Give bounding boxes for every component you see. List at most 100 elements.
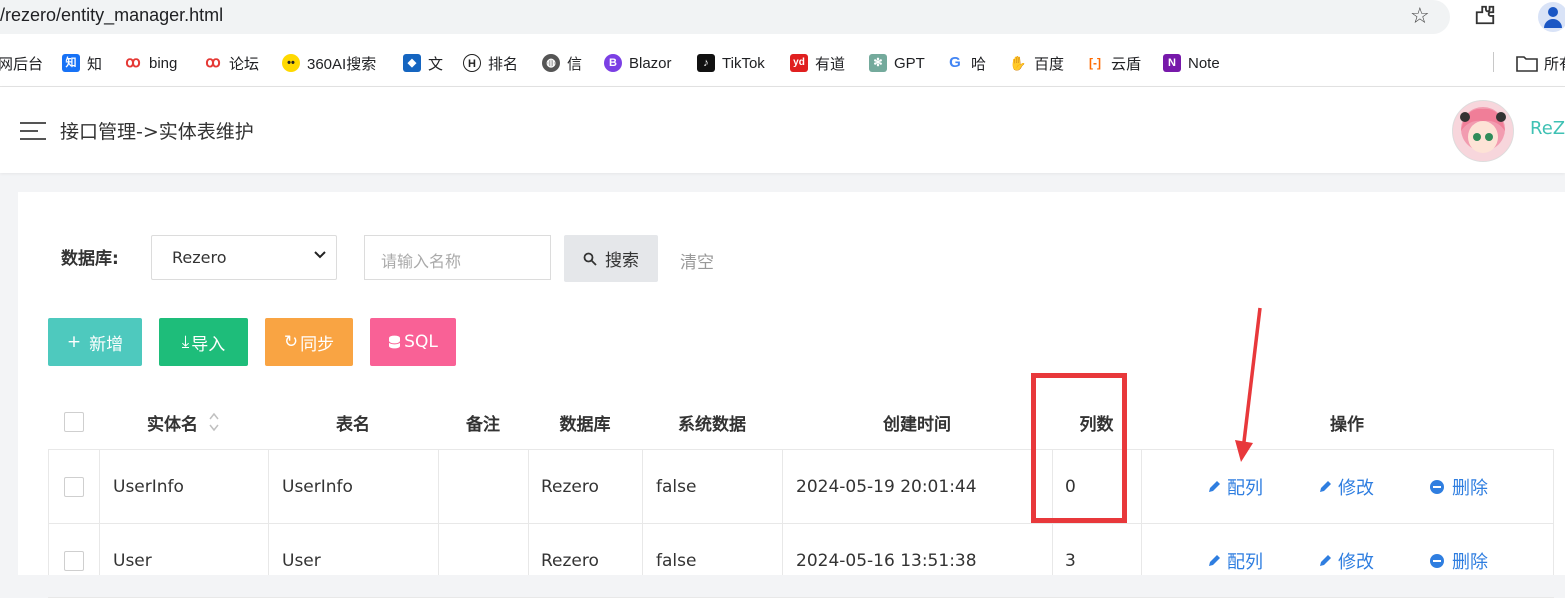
column-header[interactable]: 实体名 bbox=[99, 395, 268, 449]
row-checkbox[interactable] bbox=[63, 476, 84, 497]
minus-circle-icon bbox=[1430, 553, 1444, 568]
openai-icon: ✻ bbox=[869, 54, 887, 72]
system-data-cell: false bbox=[656, 550, 697, 571]
column-count-cell: 3 bbox=[1065, 550, 1076, 571]
avatar-image bbox=[1453, 101, 1513, 161]
bookmark-4[interactable]: •• 360AI搜索 bbox=[282, 52, 376, 74]
bookmark-7[interactable]: ◍ 信 bbox=[542, 52, 582, 74]
menu-toggle-icon[interactable] bbox=[20, 122, 46, 140]
bookmark-0[interactable]: 网后台 bbox=[0, 52, 43, 74]
edit-link[interactable]: 修改 bbox=[1318, 524, 1374, 597]
bookmark-13[interactable]: ✋ 百度 bbox=[1009, 52, 1064, 74]
configure-columns-link[interactable]: 配列 bbox=[1207, 524, 1263, 597]
row-select-cell bbox=[48, 524, 99, 597]
database-select[interactable]: Rezero bbox=[151, 235, 337, 280]
breadcrumb: 接口管理->实体表维护 bbox=[60, 121, 254, 143]
onenote-icon: N bbox=[1163, 54, 1181, 72]
select-all-cell bbox=[48, 395, 99, 449]
google-icon: G bbox=[946, 54, 964, 72]
delete-link[interactable]: 删除 bbox=[1430, 524, 1488, 597]
table-name-cell: UserInfo bbox=[282, 476, 353, 497]
app-header: 接口管理->实体表维护 ReZe bbox=[0, 87, 1565, 173]
bookmark-11[interactable]: ✻ GPT bbox=[869, 52, 925, 74]
import-button[interactable]: ⤓ 导入 bbox=[159, 318, 248, 366]
sync-button[interactable]: ↻ 同步 bbox=[265, 318, 353, 366]
bookmark-10[interactable]: yd 有道 bbox=[790, 52, 845, 74]
edit-link[interactable]: 修改 bbox=[1318, 450, 1374, 523]
database-cell: Rezero bbox=[541, 550, 599, 571]
remark-cell bbox=[438, 450, 528, 523]
bookmark-6[interactable]: H 排名 bbox=[463, 52, 518, 74]
name-search-input[interactable]: 请输入名称 bbox=[364, 235, 551, 280]
pencil-icon bbox=[1320, 480, 1331, 492]
database-icon bbox=[388, 335, 401, 349]
add-button[interactable]: + 新增 bbox=[48, 318, 142, 366]
lollipop-icon: ꝏ bbox=[124, 54, 142, 72]
bookmarks-separator bbox=[1493, 52, 1494, 72]
pencil-icon bbox=[1320, 554, 1331, 566]
created-time-cell: 2024-05-19 20:01:44 bbox=[796, 476, 977, 497]
blazor-icon: B bbox=[604, 54, 622, 72]
row-select-cell bbox=[48, 450, 99, 523]
bookmark-1[interactable]: 知知 bbox=[62, 52, 102, 74]
refresh-icon: ↻ bbox=[283, 332, 299, 352]
system-data-cell: false bbox=[656, 476, 697, 497]
sql-button[interactable]: SQL bbox=[370, 318, 456, 366]
table-name-cell: User bbox=[282, 550, 321, 571]
annotation-highlight-box bbox=[1031, 373, 1127, 523]
aliyun-icon: [-] bbox=[1086, 54, 1104, 72]
url-text[interactable]: 57/rezero/entity_manager.html bbox=[0, 5, 223, 26]
annotation-arrow-icon bbox=[1235, 307, 1262, 462]
bookmark-8[interactable]: B Blazor bbox=[604, 52, 672, 74]
search-button[interactable]: 搜索 bbox=[564, 235, 658, 282]
bookmark-15[interactable]: N Note bbox=[1163, 52, 1220, 74]
entity-name-cell: User bbox=[113, 550, 152, 571]
remark-cell bbox=[438, 524, 528, 597]
chevron-down-icon bbox=[314, 251, 326, 259]
column-header: 表名 bbox=[336, 414, 370, 435]
database-select-value: Rezero bbox=[172, 248, 227, 267]
table-row: UserInfo UserInfo Rezero false 2024-05-1… bbox=[48, 450, 1554, 524]
extensions-icon[interactable] bbox=[1474, 4, 1496, 26]
globe-icon: ◍ bbox=[542, 54, 560, 72]
row-checkbox[interactable] bbox=[63, 550, 84, 571]
bookmark-12[interactable]: G哈 bbox=[946, 52, 986, 74]
table-row: User User Rezero false 2024-05-16 13:51:… bbox=[48, 524, 1554, 598]
bookmark-5[interactable]: ◆ 文 bbox=[403, 52, 443, 74]
bookmark-star-icon[interactable]: ☆ bbox=[1410, 4, 1430, 29]
plus-icon: + bbox=[66, 332, 82, 352]
username[interactable]: ReZe bbox=[1530, 118, 1565, 139]
select-all-checkbox[interactable] bbox=[63, 412, 84, 432]
created-time-cell: 2024-05-16 13:51:38 bbox=[796, 550, 977, 571]
delete-link[interactable]: 删除 bbox=[1430, 450, 1488, 523]
lollipop-icon: ꝏ bbox=[204, 54, 222, 72]
search-icon bbox=[583, 252, 597, 266]
clear-button[interactable]: 清空 bbox=[680, 248, 714, 273]
content-panel: 数据库: Rezero 请输入名称 搜索 清空 + 新增 ⤓ 导入 ↻ 同步 SQL bbox=[18, 192, 1565, 598]
cube-icon: ◆ bbox=[403, 54, 421, 72]
bookmark-3[interactable]: ꝏ 论坛 bbox=[204, 52, 259, 74]
column-header: 创建时间 bbox=[883, 414, 951, 435]
bookmark-14[interactable]: [-] 云盾 bbox=[1086, 52, 1141, 74]
db-filter-label: 数据库: bbox=[61, 249, 119, 269]
database-cell: Rezero bbox=[541, 476, 599, 497]
pencil-icon bbox=[1209, 480, 1220, 492]
bookmark-9[interactable]: ♪ TikTok bbox=[697, 52, 765, 74]
entity-name-cell: UserInfo bbox=[113, 476, 184, 497]
pencil-icon bbox=[1209, 554, 1220, 566]
table-header-row: 实体名 表名 备注 数据库 系统数据 创建时间 列数 操作 bbox=[48, 395, 1554, 450]
h-logo-icon: H bbox=[463, 54, 481, 72]
tiktok-icon: ♪ bbox=[697, 54, 715, 72]
sort-icon[interactable] bbox=[208, 410, 220, 434]
column-header: 操作 bbox=[1330, 414, 1364, 435]
profile-icon[interactable] bbox=[1538, 2, 1565, 32]
avatar[interactable] bbox=[1452, 100, 1514, 162]
entity-table: 实体名 表名 备注 数据库 系统数据 创建时间 列数 操作 UserInfo U… bbox=[48, 395, 1554, 598]
bookmark-2[interactable]: ꝏ bing bbox=[124, 52, 177, 74]
folder-icon bbox=[1516, 56, 1538, 72]
address-bar[interactable]: 57/rezero/entity_manager.html bbox=[0, 0, 1450, 34]
youdao-icon: yd bbox=[790, 54, 808, 72]
browser-toolbar: 57/rezero/entity_manager.html ☆ bbox=[0, 0, 1565, 36]
bookmark-folder-all[interactable]: 所有 bbox=[1516, 52, 1565, 74]
column-header: 数据库 bbox=[559, 414, 611, 435]
